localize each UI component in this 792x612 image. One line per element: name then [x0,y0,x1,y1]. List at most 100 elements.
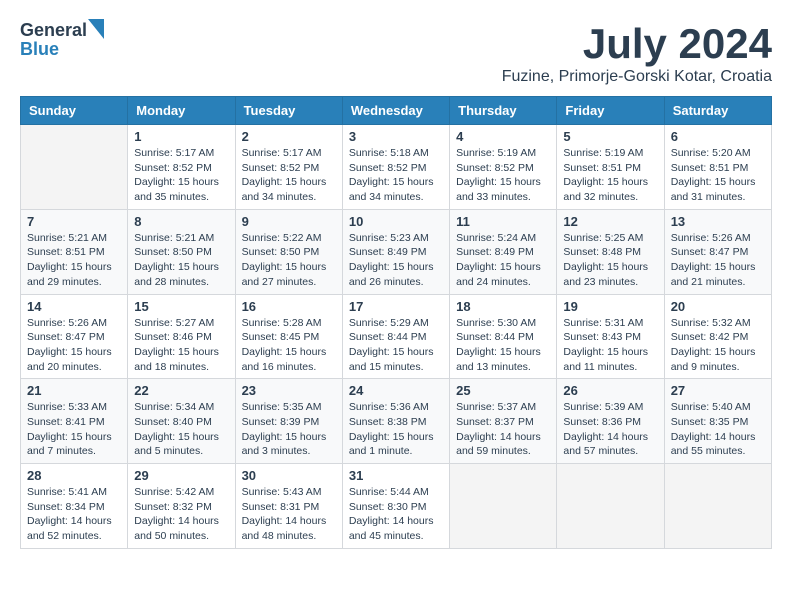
table-row: 20 Sunrise: 5:32 AM Sunset: 8:42 PM Dayli… [664,294,771,379]
header-sunday: Sunday [21,97,128,125]
day-number: 29 [134,468,228,483]
logo: General Blue [20,20,104,60]
calendar-week-row: 28Sunrise: 5:41 AM Sunset: 8:34 PM Dayli… [21,464,772,549]
day-number: 15 [134,299,228,314]
header-monday: Monday [128,97,235,125]
calendar-week-row: 14Sunrise: 5:26 AM Sunset: 8:47 PM Dayli… [21,294,772,379]
table-row: 24 Sunrise: 5:36 AM Sunset: 8:38 PM Dayli… [342,379,449,464]
day-number: 11 [456,214,550,229]
day-number: 26 [563,383,657,398]
day-info: Sunrise: 5:24 AM Sunset: 8:49 PM Dayligh… [456,231,550,290]
day-number: 8 [134,214,228,229]
day-info: Sunrise: 5:39 AM Sunset: 8:36 PM Dayligh… [563,400,657,459]
table-row: 21 Sunrise: 5:33 AM Sunset: 8:41 PM Dayli… [21,379,128,464]
table-row: 3 Sunrise: 5:18 AM Sunset: 8:52 PM Daylig… [342,125,449,210]
calendar-table: Sunday Monday Tuesday Wednesday Thursday… [20,96,772,549]
table-row: 16 Sunrise: 5:28 AM Sunset: 8:45 PM Dayli… [235,294,342,379]
table-row: 15 Sunrise: 5:27 AM Sunset: 8:46 PM Dayli… [128,294,235,379]
day-number: 7 [27,214,121,229]
day-info: Sunrise: 5:31 AM Sunset: 8:43 PM Dayligh… [563,316,657,375]
day-info: Sunrise: 5:27 AM Sunset: 8:46 PM Dayligh… [134,316,228,375]
day-number: 19 [563,299,657,314]
day-number: 3 [349,129,443,144]
day-info: Sunrise: 5:40 AM Sunset: 8:35 PM Dayligh… [671,400,765,459]
day-number: 21 [27,383,121,398]
logo-icon [88,19,104,39]
day-info: Sunrise: 5:22 AM Sunset: 8:50 PM Dayligh… [242,231,336,290]
day-info: Sunrise: 5:26 AM Sunset: 8:47 PM Dayligh… [671,231,765,290]
day-number: 12 [563,214,657,229]
table-row [664,464,771,549]
table-row: 26 Sunrise: 5:39 AM Sunset: 8:36 PM Dayli… [557,379,664,464]
day-number: 25 [456,383,550,398]
day-number: 9 [242,214,336,229]
day-info: Sunrise: 5:35 AM Sunset: 8:39 PM Dayligh… [242,400,336,459]
table-row: 8Sunrise: 5:21 AM Sunset: 8:50 PM Daylig… [128,209,235,294]
table-row: 29Sunrise: 5:42 AM Sunset: 8:32 PM Dayli… [128,464,235,549]
day-info: Sunrise: 5:32 AM Sunset: 8:42 PM Dayligh… [671,316,765,375]
day-number: 10 [349,214,443,229]
table-row: 18Sunrise: 5:30 AM Sunset: 8:44 PM Dayli… [450,294,557,379]
day-info: Sunrise: 5:44 AM Sunset: 8:30 PM Dayligh… [349,485,443,544]
header-saturday: Saturday [664,97,771,125]
calendar-week-row: 21 Sunrise: 5:33 AM Sunset: 8:41 PM Dayli… [21,379,772,464]
day-number: 30 [242,468,336,483]
header-tuesday: Tuesday [235,97,342,125]
day-number: 4 [456,129,550,144]
table-row: 12Sunrise: 5:25 AM Sunset: 8:48 PM Dayli… [557,209,664,294]
title-section: July 2024 Fuzine, Primorje-Gorski Kotar,… [502,20,772,86]
table-row [21,125,128,210]
calendar-week-row: 1 Sunrise: 5:17 AM Sunset: 8:52 PM Daylig… [21,125,772,210]
header-friday: Friday [557,97,664,125]
day-info: Sunrise: 5:19 AM Sunset: 8:52 PM Dayligh… [456,146,550,205]
day-info: Sunrise: 5:29 AM Sunset: 8:44 PM Dayligh… [349,316,443,375]
table-row [450,464,557,549]
logo-blue: Blue [20,39,104,60]
table-row: 5Sunrise: 5:19 AM Sunset: 8:51 PM Daylig… [557,125,664,210]
table-row: 4 Sunrise: 5:19 AM Sunset: 8:52 PM Daylig… [450,125,557,210]
day-info: Sunrise: 5:20 AM Sunset: 8:51 PM Dayligh… [671,146,765,205]
table-row: 17 Sunrise: 5:29 AM Sunset: 8:44 PM Dayli… [342,294,449,379]
day-number: 17 [349,299,443,314]
day-info: Sunrise: 5:33 AM Sunset: 8:41 PM Dayligh… [27,400,121,459]
day-info: Sunrise: 5:36 AM Sunset: 8:38 PM Dayligh… [349,400,443,459]
table-row: 1 Sunrise: 5:17 AM Sunset: 8:52 PM Daylig… [128,125,235,210]
day-info: Sunrise: 5:30 AM Sunset: 8:44 PM Dayligh… [456,316,550,375]
day-number: 20 [671,299,765,314]
day-number: 24 [349,383,443,398]
day-info: Sunrise: 5:17 AM Sunset: 8:52 PM Dayligh… [242,146,336,205]
calendar-title: July 2024 [502,20,772,68]
table-row: 25 Sunrise: 5:37 AM Sunset: 8:37 PM Dayli… [450,379,557,464]
day-number: 31 [349,468,443,483]
logo-general: General [20,20,87,41]
day-info: Sunrise: 5:18 AM Sunset: 8:52 PM Dayligh… [349,146,443,205]
calendar-header-row: Sunday Monday Tuesday Wednesday Thursday… [21,97,772,125]
day-number: 23 [242,383,336,398]
table-row: 9 Sunrise: 5:22 AM Sunset: 8:50 PM Daylig… [235,209,342,294]
day-info: Sunrise: 5:37 AM Sunset: 8:37 PM Dayligh… [456,400,550,459]
table-row: 13 Sunrise: 5:26 AM Sunset: 8:47 PM Dayli… [664,209,771,294]
day-info: Sunrise: 5:23 AM Sunset: 8:49 PM Dayligh… [349,231,443,290]
day-number: 2 [242,129,336,144]
day-number: 27 [671,383,765,398]
day-info: Sunrise: 5:28 AM Sunset: 8:45 PM Dayligh… [242,316,336,375]
table-row: 31 Sunrise: 5:44 AM Sunset: 8:30 PM Dayli… [342,464,449,549]
day-number: 16 [242,299,336,314]
day-number: 22 [134,383,228,398]
table-row: 11 Sunrise: 5:24 AM Sunset: 8:49 PM Dayli… [450,209,557,294]
page-header: General Blue July 2024 Fuzine, Primorje-… [20,20,772,86]
day-number: 1 [134,129,228,144]
table-row: 7 Sunrise: 5:21 AM Sunset: 8:51 PM Daylig… [21,209,128,294]
table-row: 2 Sunrise: 5:17 AM Sunset: 8:52 PM Daylig… [235,125,342,210]
day-info: Sunrise: 5:21 AM Sunset: 8:51 PM Dayligh… [27,231,121,290]
calendar-week-row: 7 Sunrise: 5:21 AM Sunset: 8:51 PM Daylig… [21,209,772,294]
day-number: 13 [671,214,765,229]
table-row: 22 Sunrise: 5:34 AM Sunset: 8:40 PM Dayli… [128,379,235,464]
table-row: 30 Sunrise: 5:43 AM Sunset: 8:31 PM Dayli… [235,464,342,549]
day-info: Sunrise: 5:17 AM Sunset: 8:52 PM Dayligh… [134,146,228,205]
table-row [557,464,664,549]
day-info: Sunrise: 5:43 AM Sunset: 8:31 PM Dayligh… [242,485,336,544]
day-info: Sunrise: 5:34 AM Sunset: 8:40 PM Dayligh… [134,400,228,459]
table-row: 10 Sunrise: 5:23 AM Sunset: 8:49 PM Dayli… [342,209,449,294]
day-number: 14 [27,299,121,314]
